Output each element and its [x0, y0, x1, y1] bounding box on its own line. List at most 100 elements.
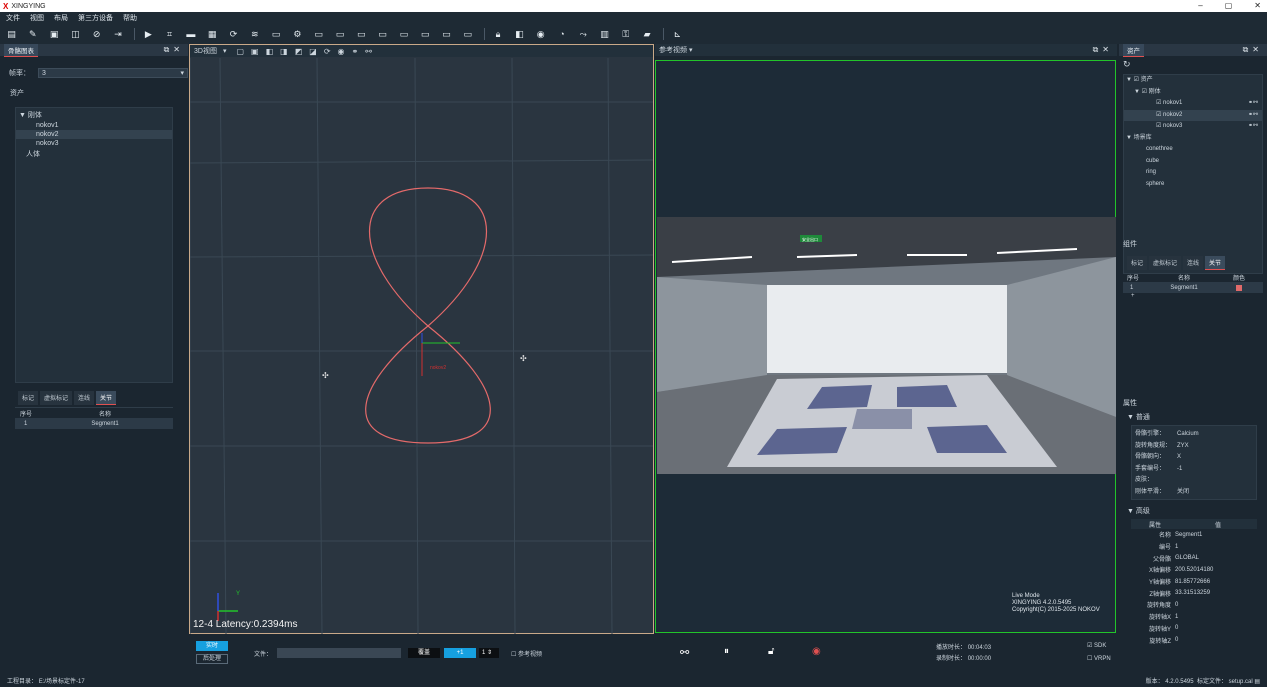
tree-item-selected[interactable]: ☑ nokov2 ⚭⚯: [1124, 109, 1262, 122]
tree-item[interactable]: nokov1: [16, 120, 172, 130]
adv-row[interactable]: 编号 1: [1131, 541, 1257, 553]
display-7-icon[interactable]: ▭: [441, 29, 452, 39]
link-icon[interactable]: ⚭⚯: [1248, 98, 1258, 110]
adv-row[interactable]: 父骨骼 GLOBAL: [1131, 552, 1257, 564]
export-icon[interactable]: ⇥: [112, 29, 123, 39]
file-icon[interactable]: ▤: [1254, 679, 1260, 685]
display-8-icon[interactable]: ▭: [462, 29, 473, 39]
counter-stepper[interactable]: 1 ⇕: [479, 648, 499, 658]
adv-row[interactable]: 旋转角度 0: [1131, 599, 1257, 611]
tree-item[interactable]: ☑ nokov3 ⚭⚯: [1124, 121, 1262, 133]
subtab-markers[interactable]: 标记: [1127, 256, 1148, 270]
unlock-icon[interactable]: 🔓︎: [768, 646, 774, 657]
save-icon[interactable]: ▣: [49, 29, 60, 39]
record-icon[interactable]: ◉: [535, 29, 546, 39]
link-icon[interactable]: ⚭⚯: [1248, 110, 1258, 122]
record-icon[interactable]: ◉: [812, 646, 821, 657]
display-2-icon[interactable]: ▭: [334, 29, 345, 39]
menu-layout[interactable]: 布局: [54, 13, 68, 23]
adv-row[interactable]: Y轴偏移 81.85772666: [1131, 576, 1257, 588]
layers-icon[interactable]: ≋: [249, 29, 260, 39]
maximize-button[interactable]: ▢: [1225, 0, 1233, 12]
color-swatch[interactable]: [1236, 284, 1242, 291]
prop-row[interactable]: 旋转角度规： ZYX: [1135, 441, 1256, 453]
tree-item[interactable]: ring: [1124, 167, 1262, 179]
tree-item-selected[interactable]: nokov2: [16, 130, 172, 139]
tree-group-rigid[interactable]: ▼ 刚体: [16, 108, 172, 120]
bar-icon[interactable]: ▬: [185, 29, 196, 39]
plus-one-button[interactable]: +1: [444, 648, 476, 658]
display-1-icon[interactable]: ▭: [313, 29, 324, 39]
link-icon[interactable]: ⚭⚯: [1248, 121, 1258, 133]
menu-view[interactable]: 视图: [30, 13, 44, 23]
add-row-button[interactable]: +: [1123, 293, 1263, 303]
key-icon[interactable]: ⚿: [620, 29, 631, 39]
tree-item[interactable]: conethree: [1124, 144, 1262, 156]
tree-item[interactable]: nokov3: [16, 139, 172, 148]
adv-row[interactable]: 旋转轴X 1: [1131, 611, 1257, 623]
subtab-virtual-markers[interactable]: 虚拟标记: [40, 391, 73, 405]
tree-item[interactable]: sphere: [1124, 179, 1262, 191]
subtab-joints[interactable]: 关节: [1205, 256, 1226, 270]
refresh-icon[interactable]: ⟳: [228, 29, 239, 39]
adv-row[interactable]: 名称 Segment1: [1131, 529, 1257, 541]
viewport-3d[interactable]: nokov2 ✣ ✣ Y: [190, 58, 653, 634]
tab-skeleton-chart[interactable]: 骨骼图表: [4, 43, 38, 57]
table-row[interactable]: 1 Segment1: [1123, 282, 1263, 293]
adv-row[interactable]: 旋转轴Y 0: [1131, 623, 1257, 635]
post-process-button[interactable]: 后处理: [196, 654, 228, 664]
ref-video-checkbox[interactable]: ☐ 参考视频: [511, 649, 542, 658]
subtab-markers[interactable]: 标记: [18, 391, 39, 405]
framerate-select[interactable]: 3 ▾: [38, 68, 188, 78]
tab-ref-video[interactable]: 参考视频: [659, 47, 687, 54]
tab-assets[interactable]: 资产: [1123, 43, 1144, 57]
chevron-down-icon[interactable]: ▾: [223, 47, 227, 55]
chevron-down-icon[interactable]: ▾: [689, 47, 693, 54]
camera-marker-icon[interactable]: ✣: [520, 354, 527, 363]
menu-help[interactable]: 帮助: [123, 13, 137, 23]
tree-group-scene[interactable]: ▼ 场景库: [1124, 133, 1262, 145]
stepper-arrows-icon[interactable]: ⇕: [487, 650, 492, 656]
advanced-section-header[interactable]: ▼ 高级: [1127, 506, 1150, 516]
refresh-icon[interactable]: ↻: [1119, 56, 1267, 70]
tree-item[interactable]: ☑ nokov1 ⚭⚯: [1124, 98, 1262, 110]
vrpn-checkbox[interactable]: ☐ VRPN: [1087, 653, 1111, 666]
link-icon[interactable]: ⚯: [680, 646, 689, 659]
prop-row[interactable]: 刚体平滑： 关闭: [1135, 487, 1256, 499]
camera-icon[interactable]: ▶: [143, 29, 154, 39]
eye-off-icon[interactable]: ⊘: [91, 29, 102, 39]
subtab-joints[interactable]: 关节: [96, 391, 117, 405]
tab-3d-view[interactable]: 3D视图: [194, 46, 217, 56]
display-5-icon[interactable]: ▭: [398, 29, 409, 39]
save-as-icon[interactable]: ◫: [70, 29, 81, 39]
mask-icon[interactable]: ▦: [207, 29, 218, 39]
tree-group-human[interactable]: 人体: [16, 148, 172, 160]
video-viewport[interactable]: 安全出口 Live Mode XINGYING 4.2.0.5495 Copyr…: [655, 60, 1116, 633]
adv-row[interactable]: 旋转轴Z 0: [1131, 634, 1257, 646]
prop-row[interactable]: 骨骼引擎： Calcium: [1135, 429, 1256, 441]
tree-group-rigid[interactable]: ▼ ☑ 刚体: [1124, 87, 1262, 99]
subtab-virtual-markers[interactable]: 虚拟标记: [1149, 256, 1182, 270]
prop-row[interactable]: 皮肤：: [1135, 475, 1256, 487]
monitor-icon[interactable]: ▭: [271, 29, 282, 39]
video-icon[interactable]: ◧: [514, 29, 525, 39]
display-4-icon[interactable]: ▭: [377, 29, 388, 39]
overwrite-button[interactable]: 覆盖: [408, 648, 440, 658]
table-row[interactable]: 1 Segment1: [15, 418, 173, 429]
adv-row[interactable]: Z轴偏移 33.31513259: [1131, 587, 1257, 599]
file-input[interactable]: [277, 648, 401, 658]
menu-third-party[interactable]: 第三方设备: [78, 13, 113, 23]
panel-controls-icon[interactable]: ⧉✕: [1243, 45, 1263, 55]
panel-controls-icon[interactable]: ⧉✕: [164, 45, 184, 55]
pen-icon[interactable]: ✎: [27, 29, 38, 39]
chart-icon[interactable]: ▥: [599, 29, 610, 39]
new-file-icon[interactable]: ▤: [6, 29, 17, 39]
close-button[interactable]: ✕: [1254, 0, 1261, 12]
live-button[interactable]: 实时: [196, 641, 228, 651]
adv-row[interactable]: X轴偏移 200.52014180: [1131, 564, 1257, 576]
crop-icon[interactable]: ⌗: [164, 29, 175, 39]
display-3-icon[interactable]: ▭: [356, 29, 367, 39]
gear-icon[interactable]: ⚙: [292, 29, 303, 39]
speed-icon[interactable]: ◔: [556, 29, 567, 39]
camera-marker-icon[interactable]: ✣: [322, 371, 329, 380]
